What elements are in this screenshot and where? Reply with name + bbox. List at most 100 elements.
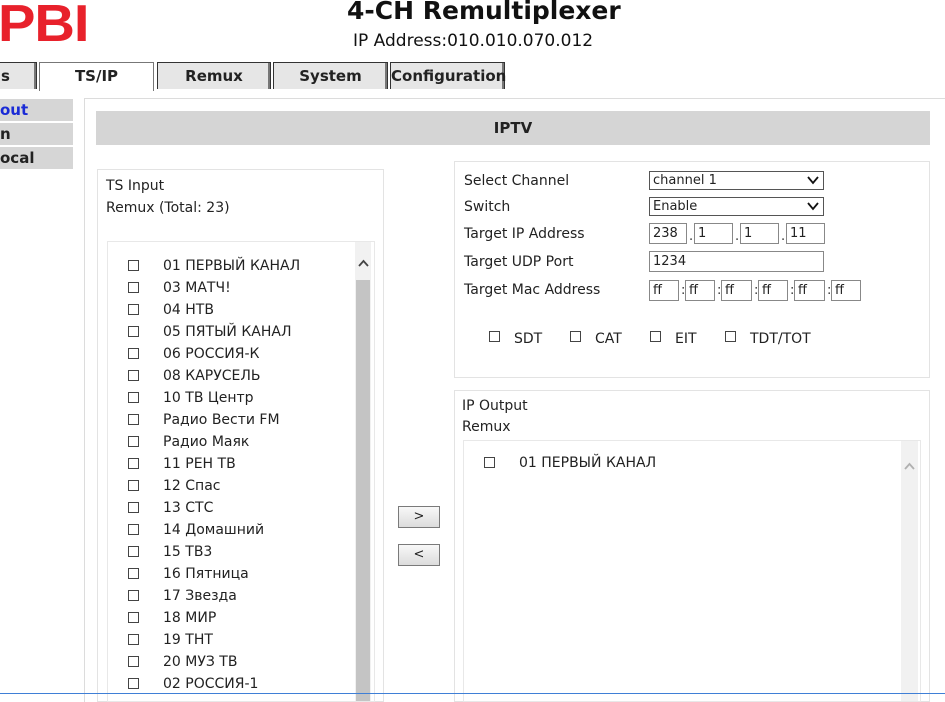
list-item-checkbox[interactable] [128, 590, 139, 601]
list-item[interactable]: 05 ПЯТЫЙ КАНАЛ [108, 321, 353, 343]
list-item-checkbox[interactable] [128, 260, 139, 271]
select-channel-value: channel 1 [653, 173, 717, 188]
tab-status[interactable]: s [0, 62, 37, 89]
list-item[interactable]: 14 Домашний [108, 519, 353, 541]
list-item-label: 15 ТВ3 [163, 544, 213, 560]
list-item[interactable]: 18 МИР [108, 607, 353, 629]
tab-ts-ip[interactable]: TS/IP [39, 62, 154, 91]
list-item[interactable]: 10 ТВ Центр [108, 387, 353, 409]
list-item-checkbox[interactable] [128, 392, 139, 403]
tab-remux[interactable]: Remux [157, 62, 271, 89]
list-item-label: 01 ПЕРВЫЙ КАНАЛ [163, 258, 301, 274]
ts-input-scrollbar[interactable] [355, 242, 371, 701]
list-item[interactable]: 19 ТНТ [108, 629, 353, 651]
sdt-checkbox[interactable] [489, 331, 500, 342]
tab-configuration[interactable]: Configuration [390, 62, 506, 89]
list-item-checkbox[interactable] [128, 414, 139, 425]
add-to-output-button[interactable]: > [398, 506, 440, 528]
list-item[interactable]: 11 РЕН ТВ [108, 453, 353, 475]
list-item[interactable]: 08 КАРУСЕЛЬ [108, 365, 353, 387]
list-item-checkbox[interactable] [128, 348, 139, 359]
cat-checkbox[interactable] [570, 331, 581, 342]
chevron-down-icon [807, 173, 819, 192]
sidebar-item-ip-output[interactable]: out [0, 99, 73, 121]
list-item-checkbox[interactable] [128, 678, 139, 689]
list-item[interactable]: 15 ТВ3 [108, 541, 353, 563]
list-item-checkbox[interactable] [128, 304, 139, 315]
eit-label: EIT [675, 331, 697, 347]
ip-output-list[interactable]: 01 ПЕРВЫЙ КАНАЛ [463, 440, 921, 702]
target-mac-octet-2[interactable]: ff [685, 280, 715, 301]
list-item-checkbox[interactable] [128, 282, 139, 293]
list-item-checkbox[interactable] [128, 326, 139, 337]
list-item-checkbox[interactable] [128, 458, 139, 469]
list-item[interactable]: Радио Маяк [108, 431, 353, 453]
list-item-checkbox[interactable] [128, 502, 139, 513]
chevron-up-icon[interactable] [904, 458, 915, 474]
list-item-label: Радио Маяк [163, 434, 250, 450]
list-item-label: 03 МАТЧ! [163, 280, 231, 296]
list-item-checkbox[interactable] [128, 612, 139, 623]
list-item-label: 05 ПЯТЫЙ КАНАЛ [163, 324, 292, 340]
switch-value: Enable [653, 199, 698, 214]
list-item-checkbox[interactable] [128, 568, 139, 579]
target-mac-octet-3[interactable]: ff [721, 280, 752, 301]
list-item[interactable]: 16 Пятница [108, 563, 353, 585]
list-item[interactable]: 20 МУЗ ТВ [108, 651, 353, 673]
target-udp-port-input[interactable]: 1234 [649, 251, 824, 272]
list-item-checkbox[interactable] [484, 457, 495, 468]
select-channel-label: Select Channel [464, 173, 570, 189]
sdt-label: SDT [514, 331, 543, 347]
tdt-tot-checkbox[interactable] [725, 331, 736, 342]
target-mac-octet-4[interactable]: ff [758, 280, 788, 301]
chevron-up-icon[interactable] [358, 256, 369, 270]
list-item-label: 14 Домашний [163, 522, 265, 538]
remove-from-output-button[interactable]: < [398, 544, 440, 566]
target-mac-octet-6[interactable]: ff [831, 280, 861, 301]
ip-output-subtitle: Remux [462, 419, 511, 435]
list-item[interactable]: 12 Спас [108, 475, 353, 497]
list-item-checkbox[interactable] [128, 656, 139, 667]
sidebar-item-ip-input[interactable]: n [0, 123, 73, 145]
list-item[interactable]: Радио Вести FM [108, 409, 353, 431]
switch-label: Switch [464, 199, 511, 215]
list-item-checkbox[interactable] [128, 634, 139, 645]
list-item-label: 08 КАРУСЕЛЬ [163, 368, 261, 384]
list-item[interactable]: 13 СТС [108, 497, 353, 519]
target-ip-label: Target IP Address [464, 226, 585, 242]
list-item[interactable]: 06 РОССИЯ-К [108, 343, 353, 365]
ts-input-scroll-thumb[interactable] [356, 280, 370, 701]
target-ip-octet-1[interactable]: 238 [649, 223, 687, 244]
ip-dot: . [689, 229, 694, 244]
bottom-border [0, 693, 945, 694]
ts-input-list[interactable]: 01 ПЕРВЫЙ КАНАЛ 03 МАТЧ! 04 НТВ 05 ПЯТЫЙ КА… [107, 241, 375, 702]
sidebar-item-local[interactable]: ocal [0, 147, 73, 169]
list-item-label: 18 МИР [163, 610, 217, 626]
list-item-checkbox[interactable] [128, 480, 139, 491]
ip-dot: . [735, 229, 740, 244]
ip-output-scrollbar[interactable] [901, 441, 918, 701]
target-udp-label: Target UDP Port [464, 254, 574, 270]
target-ip-octet-3[interactable]: 1 [740, 223, 779, 244]
list-item-checkbox[interactable] [128, 524, 139, 535]
list-item[interactable]: 03 МАТЧ! [108, 277, 353, 299]
list-item[interactable]: 01 ПЕРВЫЙ КАНАЛ [464, 452, 899, 474]
list-item[interactable]: 01 ПЕРВЫЙ КАНАЛ [108, 255, 353, 277]
list-item-checkbox[interactable] [128, 370, 139, 381]
target-mac-octet-5[interactable]: ff [794, 280, 825, 301]
switch-dropdown[interactable]: Enable [649, 197, 824, 216]
list-item[interactable]: 04 НТВ [108, 299, 353, 321]
list-item-checkbox[interactable] [128, 436, 139, 447]
list-item[interactable]: 02 РОССИЯ-1 [108, 673, 353, 695]
target-ip-octet-2[interactable]: 1 [694, 223, 733, 244]
list-item-label: 06 РОССИЯ-К [163, 346, 260, 362]
tdt-tot-label: TDT/TOT [750, 331, 811, 347]
tab-system[interactable]: System [273, 62, 388, 89]
target-mac-octet-1[interactable]: ff [649, 280, 679, 301]
list-item-checkbox[interactable] [128, 546, 139, 557]
eit-checkbox[interactable] [650, 331, 661, 342]
select-channel-dropdown[interactable]: channel 1 [649, 171, 824, 190]
list-item[interactable]: 17 Звезда [108, 585, 353, 607]
target-ip-octet-4[interactable]: 11 [786, 223, 825, 244]
sidebar-item-label: ocal [0, 149, 35, 167]
